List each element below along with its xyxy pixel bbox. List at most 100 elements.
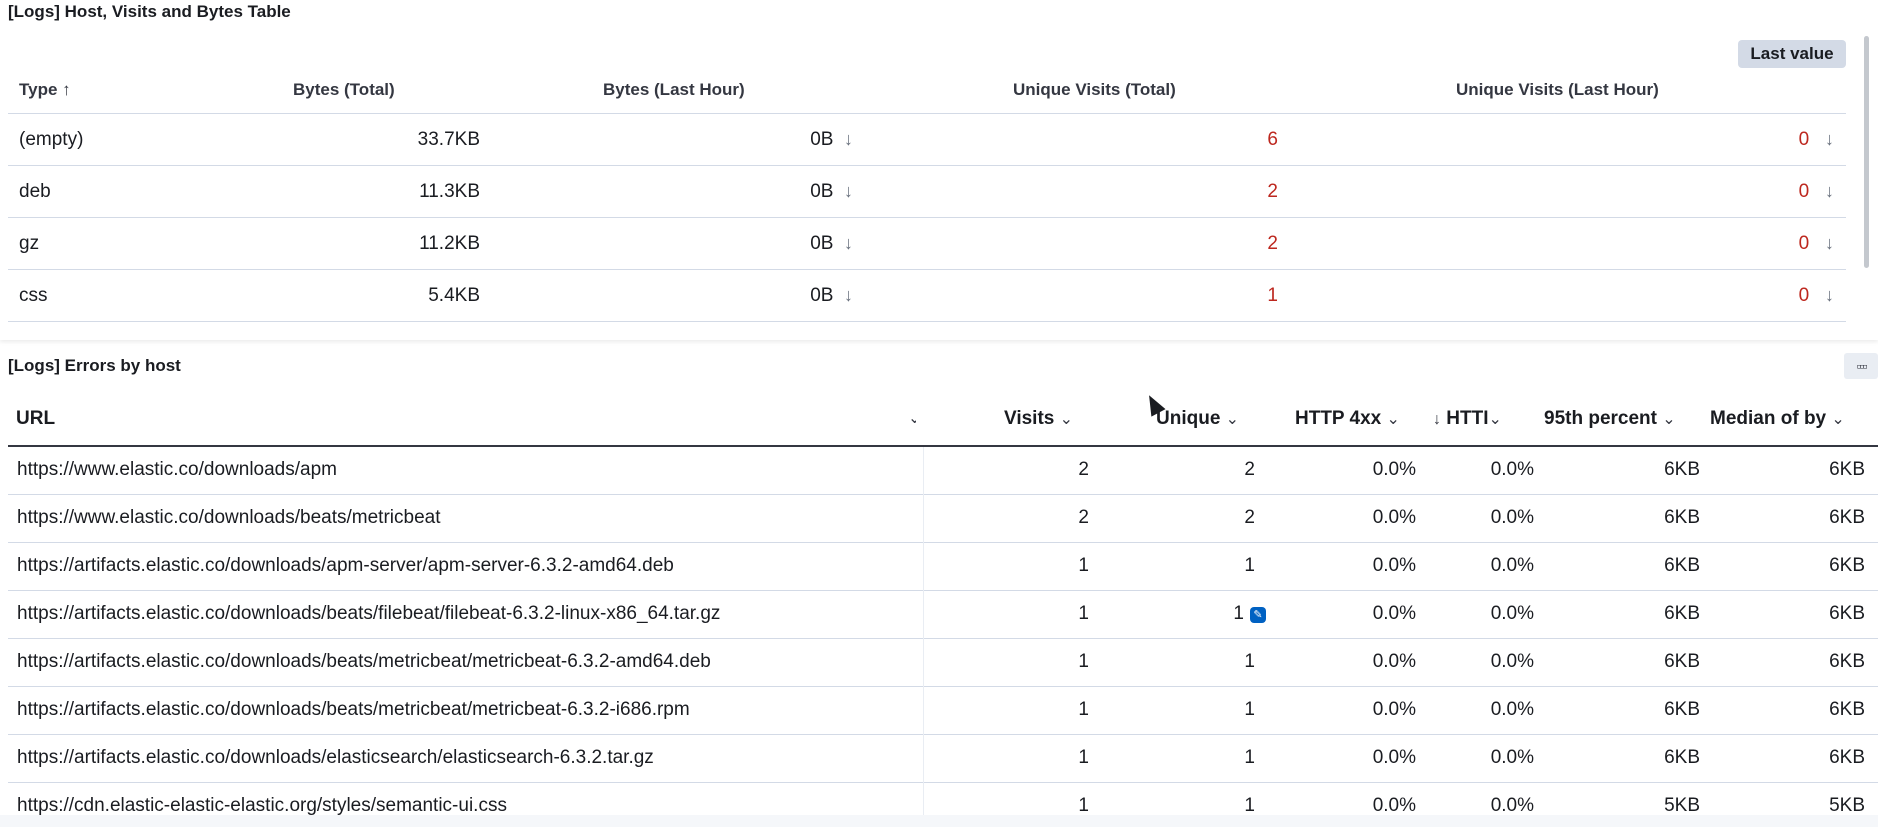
cell-http-5xx: 0.0% <box>1490 459 1534 480</box>
column-header-type[interactable]: Type ↑ <box>19 80 71 100</box>
cell-unique: 1 <box>1244 651 1255 672</box>
column-header-unique-visits-total[interactable]: Unique Visits (Total) <box>1013 80 1176 100</box>
cell-url[interactable]: https://artifacts.elastic.co/downloads/b… <box>17 699 690 721</box>
panel-title: [Logs] Errors by host <box>8 356 181 375</box>
table-row[interactable]: https://artifacts.elastic.co/downloads/a… <box>8 543 1878 591</box>
column-header-url[interactable]: URL ⌄ <box>16 408 916 430</box>
cell-http-4xx: 0.0% <box>1372 555 1416 576</box>
cell-unique-visits-total: 6 <box>1267 129 1278 150</box>
cell-http-4xx: 0.0% <box>1372 699 1416 720</box>
trend-down-icon: ↓ <box>844 285 853 305</box>
bottom-edge <box>0 815 1878 827</box>
trend-down-icon: ↓ <box>1825 129 1834 149</box>
column-header-unique[interactable]: Unique ⌄ <box>1156 408 1239 430</box>
table-row[interactable]: https://artifacts.elastic.co/downloads/e… <box>8 735 1878 783</box>
table-row: (empty) 33.7KB 0B ↓ 6 0 ↓ <box>8 114 1846 166</box>
cell-unique: 1 <box>1244 555 1255 576</box>
table-row: deb 11.3KB 0B ↓ 2 0 ↓ <box>8 166 1846 218</box>
table-row[interactable]: https://artifacts.elastic.co/downloads/b… <box>8 591 1878 639</box>
cell-type: gz <box>19 233 40 254</box>
cell-type: deb <box>19 181 51 202</box>
cell-95th-percentile: 6KB <box>1664 507 1700 528</box>
cell-95th-percentile: 6KB <box>1664 747 1700 768</box>
cell-unique: 1 <box>1244 747 1255 768</box>
column-divider <box>923 687 924 735</box>
host-visits-table: Type ↑ Bytes (Total) Bytes (Last Hour) U… <box>8 66 1846 322</box>
cell-95th-percentile: 6KB <box>1664 459 1700 480</box>
column-header-visits[interactable]: Visits ⌄ <box>1004 408 1073 430</box>
cell-median: 6KB <box>1829 507 1865 528</box>
cell-visits: 1 <box>1078 555 1089 576</box>
chevron-down-icon: ⌄ <box>1059 411 1074 428</box>
cell-bytes-total: 5.4KB <box>428 285 480 306</box>
cell-unique-visits-total: 2 <box>1267 181 1278 202</box>
cell-unique: 1 <box>1244 699 1255 720</box>
panel-title: [Logs] Host, Visits and Bytes Table <box>8 2 291 21</box>
cell-unique-visits-total: 2 <box>1267 233 1278 254</box>
panel-options-button[interactable]: ▫▫▫ <box>1844 353 1878 379</box>
column-header-bytes-total[interactable]: Bytes (Total) <box>293 80 395 100</box>
cell-http-5xx: 0.0% <box>1490 651 1534 672</box>
cell-http-5xx: 0.0% <box>1490 795 1534 816</box>
chevron-down-icon[interactable]: ⌄ <box>908 408 916 428</box>
cell-url[interactable]: https://artifacts.elastic.co/downloads/b… <box>17 603 720 625</box>
chevron-down-icon: ⌄ <box>1831 411 1845 428</box>
trend-down-icon: ↓ <box>844 129 853 149</box>
cell-unique: 2 <box>1244 459 1255 480</box>
table-row[interactable]: https://artifacts.elastic.co/downloads/b… <box>8 687 1878 735</box>
cell-url[interactable]: https://www.elastic.co/downloads/beats/m… <box>17 507 440 529</box>
errors-by-host-panel: [Logs] Errors by host ▫▫▫ URL ⌄ Visits ⌄… <box>0 347 1878 827</box>
column-header-median[interactable]: Median of by ⌄ <box>1710 408 1870 430</box>
cell-http-4xx: 0.0% <box>1372 603 1416 624</box>
edit-cell-icon[interactable]: ✎ <box>1250 607 1266 623</box>
trend-down-icon: ↓ <box>844 233 853 253</box>
cell-bytes-last-hour: 0B ↓ <box>810 129 853 150</box>
cell-url[interactable]: https://artifacts.elastic.co/downloads/b… <box>17 651 711 673</box>
sort-ascending-icon: ↑ <box>62 80 71 99</box>
chevron-down-icon: ⌄ <box>1225 411 1240 428</box>
cell-95th-percentile: 6KB <box>1664 555 1700 576</box>
table-row: css 5.4KB 0B ↓ 1 0 ↓ <box>8 270 1846 322</box>
vertical-scrollbar[interactable] <box>1864 36 1869 268</box>
cell-http-4xx: 0.0% <box>1372 651 1416 672</box>
cell-http-4xx: 0.0% <box>1372 507 1416 528</box>
cell-visits: 1 <box>1078 699 1089 720</box>
cell-bytes-last-hour: 0B ↓ <box>810 233 853 254</box>
chevron-down-icon: ⌄ <box>1386 411 1400 428</box>
sort-descending-icon: ↓ <box>1433 411 1441 428</box>
column-divider <box>923 639 924 687</box>
cell-95th-percentile: 6KB <box>1664 651 1700 672</box>
column-divider <box>923 735 924 783</box>
column-header-unique-visits-last-hour[interactable]: Unique Visits (Last Hour) <box>1456 80 1659 100</box>
cell-url[interactable]: https://www.elastic.co/downloads/apm <box>17 459 337 481</box>
trend-down-icon: ↓ <box>1825 233 1834 253</box>
cell-95th-percentile: 6KB <box>1664 699 1700 720</box>
column-header-bytes-last-hour[interactable]: Bytes (Last Hour) <box>603 80 745 100</box>
trend-down-icon: ↓ <box>1825 285 1834 305</box>
cell-unique-visits-total: 1 <box>1267 285 1278 306</box>
cell-visits: 2 <box>1078 507 1089 528</box>
column-header-95th-percentile[interactable]: 95th percent ⌄ <box>1544 408 1696 430</box>
table-row[interactable]: https://www.elastic.co/downloads/beats/m… <box>8 495 1878 543</box>
cell-median: 6KB <box>1829 603 1865 624</box>
cell-visits: 1 <box>1078 795 1089 816</box>
table-row[interactable]: https://www.elastic.co/downloads/apm 2 2 0.… <box>8 447 1878 495</box>
cell-unique: 1 <box>1244 795 1255 816</box>
cell-url[interactable]: https://cdn.elastic-elastic-elastic.org/… <box>17 795 507 817</box>
cell-bytes-total: 11.2KB <box>419 233 480 254</box>
column-header-http-5xx[interactable]: ↓ HTTI⌄ <box>1433 408 1535 430</box>
column-header-http-4xx[interactable]: HTTP 4xx ⌄ <box>1295 408 1400 430</box>
last-value-badge[interactable]: Last value <box>1738 40 1846 68</box>
cell-type: (empty) <box>19 129 84 150</box>
cell-url[interactable]: https://artifacts.elastic.co/downloads/e… <box>17 747 654 769</box>
column-divider <box>923 447 924 495</box>
cell-bytes-last-hour: 0B ↓ <box>810 181 853 202</box>
cell-unique-visits-last-hour: 0 ↓ <box>1798 129 1834 150</box>
table-row[interactable]: https://artifacts.elastic.co/downloads/b… <box>8 639 1878 687</box>
cell-http-5xx: 0.0% <box>1490 507 1534 528</box>
cell-unique: 1 <box>1233 603 1244 624</box>
table-header: Type ↑ Bytes (Total) Bytes (Last Hour) U… <box>8 66 1846 114</box>
cell-median: 6KB <box>1829 651 1865 672</box>
cell-url[interactable]: https://artifacts.elastic.co/downloads/a… <box>17 555 674 577</box>
cell-median: 5KB <box>1829 795 1865 816</box>
